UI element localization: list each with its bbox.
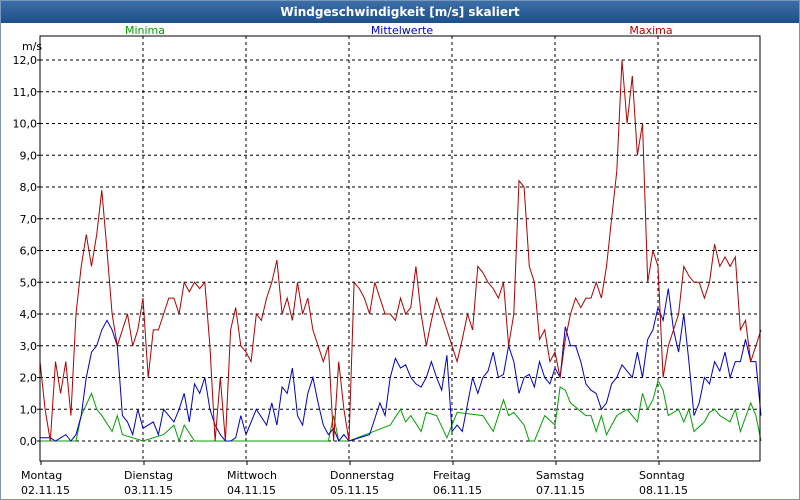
legend: Minima Mittelwerte Maxima: [125, 24, 673, 37]
x-tick-day: Sonntag: [639, 469, 685, 482]
y-tick-label: 6,0: [20, 245, 38, 258]
x-axis-ticks: Montag 02.11.15 Dienstag 03.11.15 Mittwoch 04…: [21, 469, 688, 497]
y-tick-label: 4,0: [20, 308, 38, 321]
y-tick-label: 7,0: [20, 213, 38, 226]
y-tick-label: 1,0: [20, 403, 38, 416]
x-tick-date: 08.11.15: [639, 484, 688, 497]
y-tick-label: 2,0: [20, 372, 38, 385]
legend-maxima: Maxima: [629, 24, 672, 37]
x-tick-date: 04.11.15: [227, 484, 276, 497]
y-tick-label: 9,0: [20, 149, 38, 162]
grid-lines: [37, 36, 760, 465]
x-tick-date: 07.11.15: [536, 484, 585, 497]
y-tick-label: 0,0: [20, 435, 38, 448]
plot-border: [39, 35, 761, 462]
x-tick-day: Donnerstag: [330, 469, 394, 482]
chart-svg: 0,0 1,0 2,0 3,0 4,0 5,0 6,0 7,0 8,0 9,0 10,0 11,0 12…: [13, 24, 762, 497]
x-tick-day: Mittwoch: [227, 469, 277, 482]
legend-minima: Minima: [125, 24, 165, 37]
y-tick-label: 11,0: [13, 86, 38, 99]
series-line-mittelwerte: [40, 288, 762, 442]
x-tick-date: 06.11.15: [433, 484, 482, 497]
y-tick-label: 3,0: [20, 340, 38, 353]
x-tick-day: Dienstag: [124, 469, 173, 482]
x-tick-day: Freitag: [433, 469, 471, 482]
y-tick-label: 5,0: [20, 276, 38, 289]
x-tick-date: 03.11.15: [124, 484, 173, 497]
x-tick-date: 05.11.15: [330, 484, 379, 497]
y-tick-label: 10,0: [13, 118, 38, 131]
y-axis-label: m/s: [22, 40, 42, 53]
x-tick-day: Montag: [21, 469, 62, 482]
y-tick-label: 12,0: [13, 54, 38, 67]
legend-mittelwerte: Mittelwerte: [371, 24, 434, 37]
y-axis-ticks: 0,0 1,0 2,0 3,0 4,0 5,0 6,0 7,0 8,0 9,0 10,0 11,0 12…: [13, 54, 38, 448]
x-tick-day: Samstag: [536, 469, 584, 482]
y-tick-label: 8,0: [20, 181, 38, 194]
series-line-minima: [40, 379, 762, 443]
x-tick-date: 02.11.15: [21, 484, 70, 497]
